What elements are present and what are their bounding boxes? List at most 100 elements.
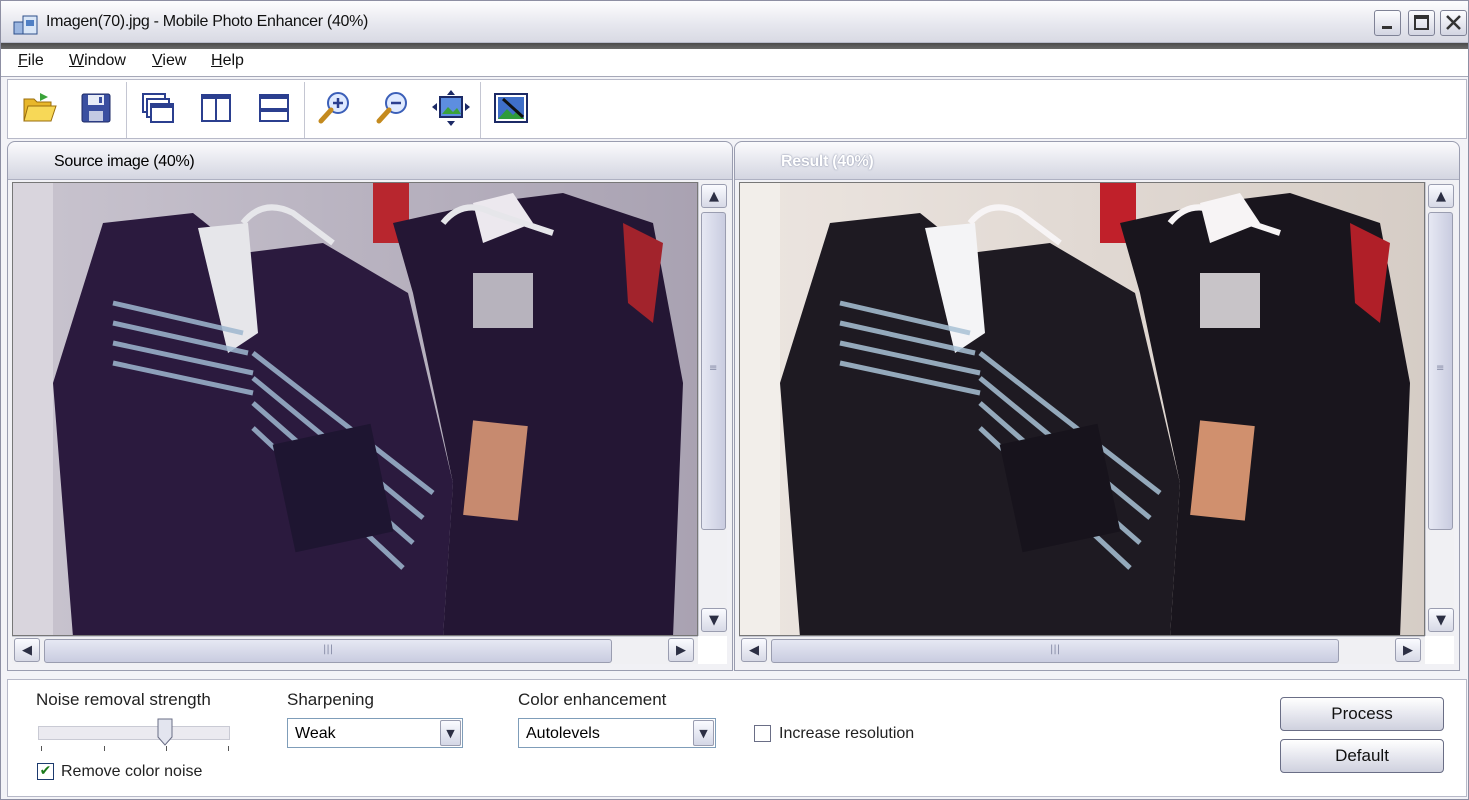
chevron-right-icon: ▶ bbox=[1403, 642, 1413, 658]
toolbar-separator bbox=[126, 82, 128, 138]
fit-to-window-icon bbox=[432, 90, 470, 126]
cascade-button[interactable] bbox=[138, 88, 178, 128]
enhancement-controls: Noise removal strength ✔ Remove color no… bbox=[7, 679, 1467, 797]
dropdown-button[interactable]: ▼ bbox=[693, 720, 714, 746]
sharpening-label: Sharpening bbox=[287, 690, 374, 709]
result-image-panel: Result (40%) ▲ ≡ ▼ ◀ ||| ▶ bbox=[734, 141, 1460, 671]
split-vertical-button[interactable] bbox=[196, 88, 236, 128]
result-horizontal-scrollbar[interactable]: ◀ ||| ▶ bbox=[739, 636, 1425, 664]
result-image-viewport[interactable] bbox=[739, 182, 1425, 636]
minimize-button[interactable] bbox=[1374, 10, 1401, 36]
color-enhancement-value: Autolevels bbox=[526, 725, 600, 742]
scroll-right-button[interactable]: ▶ bbox=[668, 638, 694, 662]
scroll-left-button[interactable]: ◀ bbox=[741, 638, 767, 662]
zoom-in-button[interactable] bbox=[315, 88, 355, 128]
scroll-thumb[interactable]: ≡ bbox=[701, 212, 726, 530]
remove-color-noise-label: Remove color noise bbox=[61, 763, 203, 780]
cascade-windows-icon bbox=[142, 93, 174, 123]
grip-icon: ≡ bbox=[1436, 363, 1445, 374]
chevron-down-icon: ▼ bbox=[1436, 612, 1446, 628]
color-enhancement-select[interactable]: Autolevels ▼ bbox=[518, 718, 716, 748]
chevron-down-icon: ▼ bbox=[709, 612, 719, 628]
save-button[interactable] bbox=[76, 88, 116, 128]
increase-resolution-label: Increase resolution bbox=[779, 725, 915, 742]
source-panel-title: Source image (40%) bbox=[54, 153, 195, 170]
toolbar bbox=[7, 79, 1467, 139]
grip-icon: ||| bbox=[323, 644, 334, 655]
result-photo bbox=[740, 183, 1424, 635]
sharpening-value: Weak bbox=[295, 725, 336, 742]
chevron-left-icon: ◀ bbox=[22, 642, 32, 658]
source-horizontal-scrollbar[interactable]: ◀ ||| ▶ bbox=[12, 636, 698, 664]
menu-view[interactable]: View bbox=[152, 52, 186, 70]
source-panel-header: Source image (40%) bbox=[8, 142, 732, 180]
default-button[interactable]: Default bbox=[1280, 739, 1444, 773]
split-horizontal-icon bbox=[259, 94, 289, 122]
chevron-right-icon: ▶ bbox=[676, 642, 686, 658]
result-panel-header: Result (40%) bbox=[735, 142, 1459, 180]
enhance-image-icon bbox=[494, 93, 528, 123]
menu-file[interactable]: File bbox=[18, 52, 44, 70]
maximize-icon bbox=[1414, 15, 1429, 30]
slider-tick bbox=[166, 746, 167, 751]
open-folder-icon bbox=[23, 93, 57, 122]
scroll-left-button[interactable]: ◀ bbox=[14, 638, 40, 662]
menu-window[interactable]: Window bbox=[69, 52, 126, 70]
dropdown-button[interactable]: ▼ bbox=[440, 720, 461, 746]
toolbar-separator bbox=[304, 82, 306, 138]
zoom-out-button[interactable] bbox=[373, 88, 413, 128]
enhance-button[interactable] bbox=[491, 88, 531, 128]
sharpening-select[interactable]: Weak ▼ bbox=[287, 718, 463, 748]
check-icon: ✔ bbox=[39, 763, 52, 779]
scroll-thumb[interactable]: ||| bbox=[771, 639, 1339, 663]
grip-icon: ≡ bbox=[709, 363, 718, 374]
save-icon bbox=[81, 93, 111, 123]
scroll-up-button[interactable]: ▲ bbox=[701, 184, 727, 208]
scroll-down-button[interactable]: ▼ bbox=[1428, 608, 1454, 632]
fit-to-window-button[interactable] bbox=[431, 88, 471, 128]
remove-color-noise-checkbox[interactable]: ✔ bbox=[37, 763, 54, 780]
title-bar[interactable]: Imagen(70).jpg - Mobile Photo Enhancer (… bbox=[1, 1, 1468, 43]
process-button[interactable]: Process bbox=[1280, 697, 1444, 731]
app-window: Imagen(70).jpg - Mobile Photo Enhancer (… bbox=[0, 0, 1469, 800]
minimize-icon bbox=[1382, 26, 1392, 29]
chevron-left-icon: ◀ bbox=[749, 642, 759, 658]
color-enhancement-label: Color enhancement bbox=[518, 690, 667, 709]
grip-icon: ||| bbox=[1050, 644, 1061, 655]
increase-resolution-checkbox[interactable] bbox=[754, 725, 771, 742]
menu-help[interactable]: Help bbox=[211, 52, 244, 70]
scroll-thumb[interactable]: ||| bbox=[44, 639, 612, 663]
chevron-down-icon: ▼ bbox=[699, 727, 708, 740]
slider-thumb[interactable] bbox=[157, 718, 173, 746]
scroll-right-button[interactable]: ▶ bbox=[1395, 638, 1421, 662]
window-title: Imagen(70).jpg - Mobile Photo Enhancer (… bbox=[46, 13, 369, 30]
result-vertical-scrollbar[interactable]: ▲ ≡ ▼ bbox=[1425, 182, 1454, 636]
open-button[interactable] bbox=[20, 88, 60, 128]
zoom-out-icon bbox=[376, 92, 407, 124]
result-panel-title: Result (40%) bbox=[781, 153, 874, 170]
chevron-up-icon: ▲ bbox=[1436, 188, 1446, 204]
source-photo bbox=[13, 183, 697, 635]
slider-tick bbox=[41, 746, 42, 751]
close-button[interactable] bbox=[1440, 10, 1467, 36]
close-icon bbox=[1446, 15, 1461, 30]
scroll-up-button[interactable]: ▲ bbox=[1428, 184, 1454, 208]
scrollbar-corner bbox=[1425, 636, 1454, 664]
scrollbar-corner bbox=[698, 636, 727, 664]
chevron-down-icon: ▼ bbox=[446, 727, 455, 740]
scroll-thumb[interactable]: ≡ bbox=[1428, 212, 1453, 530]
menu-bar: File Window View Help bbox=[1, 49, 1468, 77]
noise-removal-slider[interactable] bbox=[38, 726, 230, 740]
slider-tick bbox=[104, 746, 105, 751]
maximize-button[interactable] bbox=[1408, 10, 1435, 36]
source-image-panel: Source image (40%) ▲ ≡ ▼ ◀ ||| ▶ bbox=[7, 141, 733, 671]
scroll-down-button[interactable]: ▼ bbox=[701, 608, 727, 632]
source-image-viewport[interactable] bbox=[12, 182, 698, 636]
zoom-in-icon bbox=[318, 92, 349, 124]
app-icon bbox=[13, 15, 38, 35]
split-vertical-icon bbox=[201, 94, 231, 122]
slider-tick bbox=[228, 746, 229, 751]
chevron-up-icon: ▲ bbox=[709, 188, 719, 204]
source-vertical-scrollbar[interactable]: ▲ ≡ ▼ bbox=[698, 182, 727, 636]
split-horizontal-button[interactable] bbox=[254, 88, 294, 128]
